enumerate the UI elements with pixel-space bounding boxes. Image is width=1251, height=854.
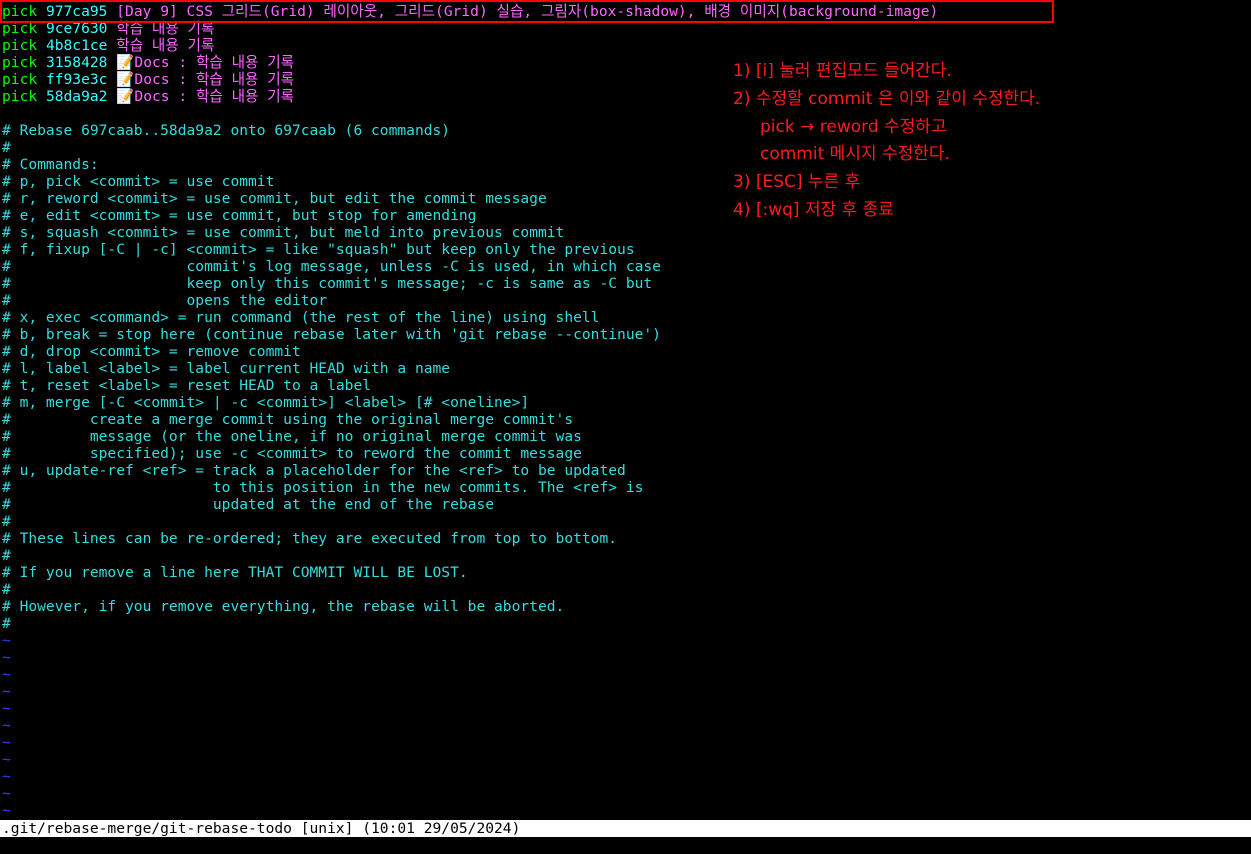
todo-line[interactable]: pick ff93e3c 📝Docs : 학습 내용 기록 xyxy=(2,71,294,88)
comment-line: # f, fixup [-C | -c] <commit> = like "sq… xyxy=(2,241,635,258)
comment-line: # l, label <label> = label current HEAD … xyxy=(2,360,451,377)
comment-line: # p, pick <commit> = use commit xyxy=(2,173,275,190)
vim-editor[interactable]: pick 977ca95 [Day 9] CSS 그리드(Grid) 레이아웃,… xyxy=(0,0,1251,820)
empty-line-marker: ~ xyxy=(2,785,11,802)
annotation-line: pick → reword 수정하고 xyxy=(760,116,947,137)
vim-status-bar: .git/rebase-merge/git-rebase-todo [unix]… xyxy=(0,820,1251,837)
empty-line-marker: ~ xyxy=(2,768,11,785)
empty-line-marker: ~ xyxy=(2,683,11,700)
comment-line: # updated at the end of the rebase xyxy=(2,496,495,513)
comment-line: # d, drop <commit> = remove commit xyxy=(2,343,301,360)
annotation-line: 3) [ESC] 누른 후 xyxy=(733,172,861,193)
comment-line: # message (or the oneline, if no origina… xyxy=(2,428,582,445)
empty-line-marker: ~ xyxy=(2,666,11,683)
comment-line: # t, reset <label> = reset HEAD to a lab… xyxy=(2,377,372,394)
comment-line: # e, edit <commit> = use commit, but sto… xyxy=(2,207,477,224)
comment-line: # create a merge commit using the origin… xyxy=(2,411,574,428)
comment-line: # These lines can be re-ordered; they ar… xyxy=(2,530,618,547)
comment-line: # to this position in the new commits. T… xyxy=(2,479,644,496)
comment-line: # However, if you remove everything, the… xyxy=(2,598,565,615)
comment-line: # r, reword <commit> = use commit, but e… xyxy=(2,190,547,207)
highlight-box xyxy=(0,0,1054,23)
todo-command: pick xyxy=(2,54,38,71)
todo-line[interactable]: pick 4b8c1ce 학습 내용 기록 xyxy=(2,37,214,54)
empty-line-marker: ~ xyxy=(2,632,11,649)
comment-line: # b, break = stop here (continue rebase … xyxy=(2,326,661,343)
todo-command: pick xyxy=(2,71,38,88)
comment-line: # If you remove a line here THAT COMMIT … xyxy=(2,564,468,581)
commit-message: 학습 내용 기록 xyxy=(116,37,215,54)
commit-hash: 4b8c1ce xyxy=(45,37,108,54)
commit-hash: ff93e3c xyxy=(45,71,108,88)
annotation-line: 2) 수정할 commit 은 이와 같이 수정한다. xyxy=(733,88,1041,109)
empty-line-marker: ~ xyxy=(2,734,11,751)
comment-line: # xyxy=(2,513,11,530)
comment-line: # xyxy=(2,139,11,156)
comment-line: # keep only this commit's message; -c is… xyxy=(2,275,653,292)
todo-command: pick xyxy=(2,37,38,54)
command-line[interactable] xyxy=(0,837,1251,854)
annotation-line: commit 메시지 수정한다. xyxy=(760,144,950,165)
commit-hash: 3158428 xyxy=(45,54,108,71)
comment-line: # xyxy=(2,547,11,564)
comment-line: # x, exec <command> = run command (the r… xyxy=(2,309,600,326)
comment-line: # s, squash <commit> = use commit, but m… xyxy=(2,224,565,241)
empty-line-marker: ~ xyxy=(2,802,11,819)
comment-line: # u, update-ref <ref> = track a placehol… xyxy=(2,462,626,479)
comment-line: # Commands: xyxy=(2,156,99,173)
todo-line[interactable]: pick 3158428 📝Docs : 학습 내용 기록 xyxy=(2,54,294,71)
todo-line[interactable]: pick 58da9a2 📝Docs : 학습 내용 기록 xyxy=(2,88,294,105)
comment-line: # xyxy=(2,581,11,598)
comment-line: # commit's log message, unless -C is use… xyxy=(2,258,661,275)
comment-line: # Rebase 697caab..58da9a2 onto 697caab (… xyxy=(2,122,451,139)
comment-line: # m, merge [-C <commit> | -c <commit>] <… xyxy=(2,394,530,411)
commit-message: 📝Docs : 학습 내용 기록 xyxy=(116,71,295,88)
commit-message: 📝Docs : 학습 내용 기록 xyxy=(116,88,295,105)
commit-hash: 58da9a2 xyxy=(45,88,108,105)
comment-line: # xyxy=(2,615,11,632)
commit-message: 📝Docs : 학습 내용 기록 xyxy=(116,54,295,71)
empty-line-marker: ~ xyxy=(2,717,11,734)
todo-command: pick xyxy=(2,88,38,105)
empty-line-marker: ~ xyxy=(2,649,11,666)
empty-line-marker: ~ xyxy=(2,751,11,768)
annotation-line: 4) [:wq] 저장 후 종료 xyxy=(733,200,894,220)
comment-line: # opens the editor xyxy=(2,292,328,309)
annotation-line: 1) [i] 눌러 편집모드 들어간다. xyxy=(733,61,952,81)
empty-line-marker: ~ xyxy=(2,700,11,717)
comment-line: # specified); use -c <commit> to reword … xyxy=(2,445,582,462)
